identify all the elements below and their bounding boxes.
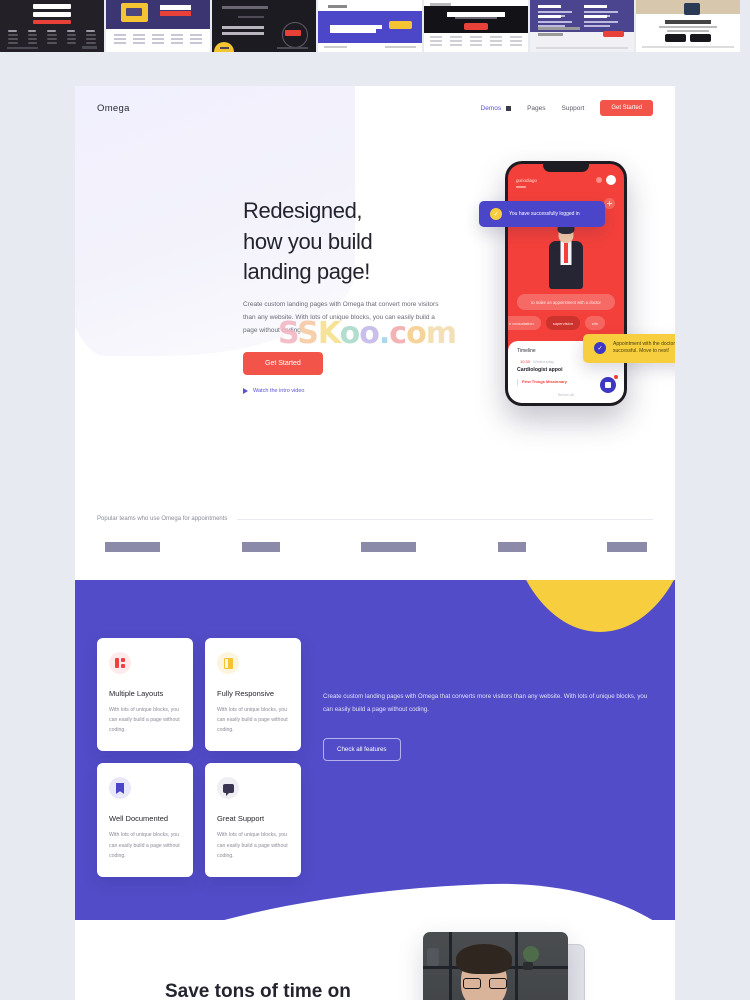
save-time-line-1: Save tons of time on xyxy=(165,981,351,1000)
landing-page-preview: Omega Demos Pages Support Get Started Re… xyxy=(75,86,675,1000)
thumbnail-problem-solving[interactable] xyxy=(530,0,634,52)
partner-logo xyxy=(105,542,160,552)
check-all-features-button[interactable]: Check all features xyxy=(323,738,401,762)
grid-layout-icon xyxy=(109,652,131,674)
nav-get-started-button[interactable]: Get Started xyxy=(600,100,653,116)
feature-card-title: Fully Responsive xyxy=(217,689,275,698)
divider xyxy=(237,518,653,520)
features-text-block: Create custom landing pages with Omega t… xyxy=(323,638,653,877)
feature-card-multiple-layouts[interactable]: Multiple Layouts With lots of unique blo… xyxy=(97,638,193,752)
feature-card-desc: With lots of unique blocks, you can easi… xyxy=(217,707,288,734)
phone-frame: guriodiago to make an appointment with a… xyxy=(505,161,627,406)
thumbnail-save-time[interactable] xyxy=(212,0,316,52)
logos-title: Popular teams who use Omega for appointm… xyxy=(97,516,228,522)
thumbnail-headphones[interactable] xyxy=(318,0,422,52)
chip-supervision: supervision xyxy=(545,316,580,330)
feature-card-great-support[interactable]: Great Support With lots of unique blocks… xyxy=(205,763,301,877)
feature-card-title: Great Support xyxy=(217,814,265,824)
watch-intro-video-label: Watch the intro video xyxy=(253,387,305,394)
features-paragraph: Create custom landing pages with Omega t… xyxy=(323,693,648,714)
hero-heading-line-1: Redesigned, xyxy=(243,198,363,223)
partner-logo xyxy=(241,542,280,552)
avatar xyxy=(606,175,616,185)
feature-card-desc: With lots of unique blocks, you can easi… xyxy=(109,707,180,734)
phone-screen: guriodiago to make an appointment with a… xyxy=(508,164,624,403)
fab-notification-badge xyxy=(613,374,619,380)
feature-card-fully-responsive[interactable]: Fully Responsive With lots of unique blo… xyxy=(205,638,301,752)
save-time-section: Save tons of time on design & coding. xyxy=(75,920,675,1000)
nav-links: Demos Pages Support Get Started xyxy=(481,100,653,116)
working-man-photo xyxy=(423,932,568,1000)
nav-item-pages[interactable]: Pages xyxy=(527,105,545,112)
save-time-heading: Save tons of time on design & coding. xyxy=(165,978,385,1000)
hero-section: Omega Demos Pages Support Get Started Re… xyxy=(75,86,675,516)
phone-mockup: guriodiago to make an appointment with a… xyxy=(479,161,675,406)
features-content: Multiple Layouts With lots of unique blo… xyxy=(75,580,675,877)
hero-heading-line-2: how you build xyxy=(243,228,373,254)
settings-icon xyxy=(596,177,602,183)
timeline-subtitle: First Things Missionary xyxy=(522,379,567,384)
toast-appointment-success: ✓ Appointment with the doctor was succes… xyxy=(583,334,675,363)
thumbnail-dark-form[interactable] xyxy=(0,0,104,52)
timeline-label: Timeline xyxy=(517,348,536,354)
logos-header: Popular teams who use Omega for appointm… xyxy=(97,516,653,522)
brand-logo[interactable]: Omega xyxy=(97,103,130,114)
timeline-time: 10:30 Wednesday xyxy=(520,359,555,364)
toast-login-success: ✓ You have successfully logged in xyxy=(479,201,605,227)
thumbnail-purple-yellow[interactable] xyxy=(106,0,210,52)
hero-heading: Redesigned, how you build landing page! xyxy=(243,196,458,288)
app-subtitle-placeholder xyxy=(516,186,526,188)
logos-row xyxy=(97,542,653,552)
feature-cards-grid: Multiple Layouts With lots of unique blo… xyxy=(97,638,301,877)
hero-get-started-button[interactable]: Get Started xyxy=(243,351,323,375)
thumbnail-get-app[interactable] xyxy=(636,0,740,52)
app-name-label: guriodiago xyxy=(516,178,538,183)
feature-card-well-documented[interactable]: Well Documented With lots of unique bloc… xyxy=(97,763,193,877)
hero-heading-line-3: landing page! xyxy=(243,259,370,285)
timeline-title: Cardiologist appoi xyxy=(517,367,563,373)
doctor-illustration xyxy=(542,223,590,296)
nav-item-demos[interactable]: Demos xyxy=(481,105,512,112)
bookmark-icon xyxy=(109,777,131,800)
responsive-icon xyxy=(217,652,239,674)
appointment-cta-pill: to make an appointment with a doctor xyxy=(517,294,615,310)
feature-card-title: Well Documented xyxy=(109,814,169,824)
hero-paragraph: Create custom landing pages with Omega t… xyxy=(243,300,439,335)
add-icon xyxy=(604,198,615,209)
toast-appointment-text: Appointment with the doctor was successf… xyxy=(613,341,675,355)
phone-notch xyxy=(543,164,589,172)
partner-logo xyxy=(497,542,526,552)
watch-intro-video-link[interactable]: Watch the intro video xyxy=(243,387,458,394)
template-thumbnail-strip xyxy=(0,0,750,52)
check-icon: ✓ xyxy=(490,208,502,220)
glasses-icon xyxy=(463,978,507,989)
features-section: Multiple Layouts With lots of unique blo… xyxy=(75,580,675,920)
nav-item-support[interactable]: Support xyxy=(562,105,585,112)
person-hair xyxy=(456,944,512,974)
hero-copy: Redesigned, how you build landing page! … xyxy=(243,196,458,394)
chip-clinic: clin xyxy=(584,316,605,330)
partner-logo xyxy=(607,542,647,552)
feature-card-desc: With lots of unique blocks, you can easi… xyxy=(217,832,288,859)
play-icon xyxy=(243,387,248,394)
toast-login-text: You have successfully logged in xyxy=(509,210,580,217)
feature-card-desc: With lots of unique blocks, you can easi… xyxy=(109,832,180,859)
partner-logo xyxy=(361,542,416,552)
chip-consultation: e consultation xyxy=(508,316,541,330)
site-navbar: Omega Demos Pages Support Get Started xyxy=(75,86,675,116)
thumbnail-build-fast[interactable] xyxy=(424,0,528,52)
chat-bubble-icon xyxy=(217,777,239,800)
partner-logos-section: Popular teams who use Omega for appointm… xyxy=(75,516,675,552)
chevron-down-icon xyxy=(506,105,512,111)
nav-demos-label: Demos xyxy=(480,104,502,112)
check-icon: ✓ xyxy=(594,342,606,355)
category-chips: e consultation supervision clin xyxy=(508,316,624,330)
feature-card-title: Multiple Layouts xyxy=(109,689,164,698)
